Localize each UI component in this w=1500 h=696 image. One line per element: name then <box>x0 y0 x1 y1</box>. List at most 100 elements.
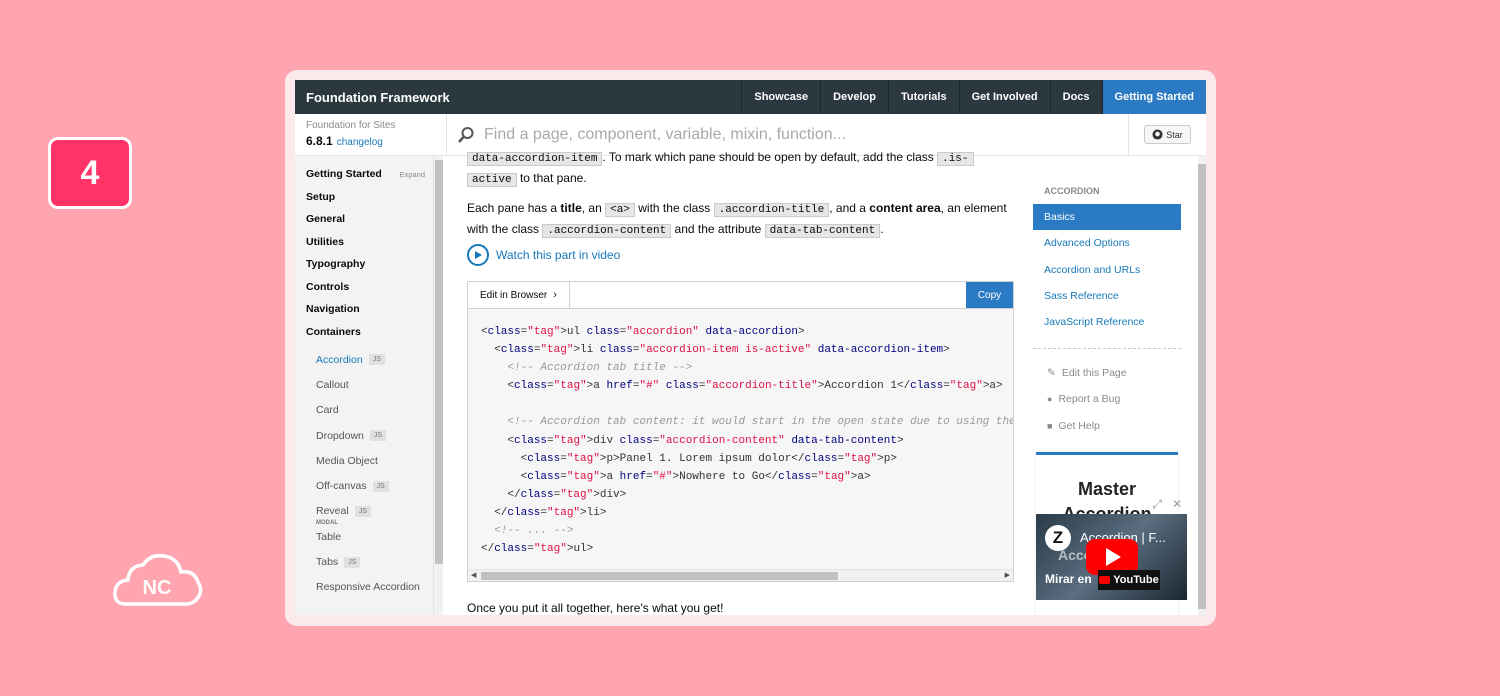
sidebar-item-label: Reveal <box>316 505 349 518</box>
copy-button[interactable]: Copy <box>966 282 1013 308</box>
sidebar-item-reveal[interactable]: Reveal JS MODAL <box>295 499 433 526</box>
sidebar-item-label: Accordion <box>316 353 363 366</box>
github-icon: ● <box>1047 394 1053 404</box>
sidebar-scroll-thumb[interactable] <box>435 160 443 564</box>
browser-window: Foundation Framework Showcase Develop Tu… <box>295 80 1206 615</box>
code-line: </class="tag">div> <box>481 488 627 501</box>
page-scrollbar[interactable] <box>1198 156 1206 615</box>
code-line: <class="tag">ul class="accordion" data-a… <box>481 326 805 338</box>
sidebar-item-responsive-accordion[interactable]: Responsive Accordion <box>295 575 433 600</box>
inline-code: active <box>467 173 517 187</box>
inline-code: .accordion-title <box>713 203 830 217</box>
inline-code: .accordion-content <box>542 224 672 238</box>
text: , and a <box>829 201 870 215</box>
js-badge: JS <box>372 480 389 492</box>
text: to that pane. <box>516 171 587 185</box>
code-scroll-thumb[interactable] <box>481 572 838 580</box>
nav-getting-started[interactable]: Getting Started <box>1101 80 1206 114</box>
toc-link-basics[interactable]: Basics <box>1033 204 1181 231</box>
sidebar-item-callout[interactable]: Callout <box>295 372 433 397</box>
github-icon <box>1152 129 1163 140</box>
sidebar-item-off-canvas[interactable]: Off-canvas JS <box>295 473 433 498</box>
sidebar-item-card[interactable]: Card <box>295 398 433 423</box>
sidebar-category-general[interactable]: General <box>295 208 433 231</box>
toc-link-accordion-and-urls[interactable]: Accordion and URLs <box>1033 257 1181 283</box>
toc-link-sass-reference[interactable]: Sass Reference <box>1033 283 1181 309</box>
content-area: Getting Started Expand Setup General Util… <box>295 150 1206 615</box>
edit-in-browser-button[interactable]: Edit in Browser › <box>468 282 570 308</box>
sidebar-item-label: Responsive Accordion <box>316 581 420 594</box>
watch-video-label: Watch this part in video <box>496 247 621 262</box>
close-icon[interactable]: ✕ <box>1172 497 1182 512</box>
inline-code: .is- <box>937 152 974 166</box>
sidebar-item-label: Tabs <box>316 556 339 569</box>
sidebar-item-tabs[interactable]: Tabs JS <box>295 549 433 574</box>
github-star-label: Star <box>1166 129 1183 140</box>
sidebar-category-utilities[interactable]: Utilities <box>295 231 433 254</box>
nav-docs[interactable]: Docs <box>1049 80 1102 114</box>
code-line: <!-- Accordion tab title --> <box>507 362 693 375</box>
toc-divider <box>1033 348 1181 349</box>
code-line: <class="tag">a href="#" class="accordion… <box>481 380 1003 393</box>
nav-develop[interactable]: Develop <box>820 80 888 114</box>
code-toolbar: Edit in Browser › Copy <box>468 282 1013 309</box>
brand-title[interactable]: Foundation Framework <box>295 80 741 114</box>
text: with the class <box>634 201 714 215</box>
sidebar-item-table[interactable]: Table <box>295 524 433 549</box>
report-bug-label: Report a Bug <box>1058 393 1121 405</box>
paragraph-intro: data-accordion-item. To mark which pane … <box>467 148 987 190</box>
sidebar-item-accordion[interactable]: Accordion JS <box>295 347 433 372</box>
youtube-button[interactable]: YouTube <box>1098 570 1160 590</box>
main-content: data-accordion-item. To mark which pane … <box>467 150 1017 615</box>
sidebar-category-label: Getting Started <box>306 168 382 181</box>
sidebar-item-dropdown[interactable]: Dropdown JS <box>295 423 433 448</box>
page-scroll-thumb[interactable] <box>1198 164 1206 609</box>
expand-icon[interactable]: ⤢ <box>1152 497 1162 512</box>
sidebar-item-label: Table <box>316 530 342 543</box>
code-line: <class="tag">p>Panel 1. Lorem ipsum dolo… <box>481 452 897 465</box>
sidebar-category-containers[interactable]: Containers <box>295 321 433 344</box>
js-badge: JS <box>368 354 385 366</box>
search-placeholder: Find a page, component, variable, mixin,… <box>484 125 846 143</box>
scroll-right-arrow-icon[interactable]: ▶ <box>1005 570 1010 582</box>
sidebar-category-navigation[interactable]: Navigation <box>295 298 433 321</box>
nc-logo-text: NC <box>143 577 172 599</box>
toc-link-javascript-reference[interactable]: JavaScript Reference <box>1033 309 1181 335</box>
sidebar-category-controls[interactable]: Controls <box>295 276 433 299</box>
youtube-video-player[interactable]: Accor Z Accordion | F... Mirar en YouTub… <box>1036 514 1187 600</box>
inline-code: data-tab-content <box>764 224 881 238</box>
js-badge: JS <box>369 430 387 442</box>
channel-logo-icon: Z <box>1045 525 1071 551</box>
sidebar-category-setup[interactable]: Setup <box>295 186 433 209</box>
sidebar-scrollbar[interactable] <box>433 156 443 615</box>
inline-code: <a> <box>605 203 635 217</box>
screenshot-frame: Foundation Framework Showcase Develop Tu… <box>285 70 1216 626</box>
code-line: <class="tag">a href="#">Nowhere to Go</c… <box>481 470 871 483</box>
sidebar-category-typography[interactable]: Typography <box>295 253 433 276</box>
ad-title-line1: Master <box>1077 479 1137 499</box>
get-help-label: Get Help <box>1058 420 1100 432</box>
sidebar-category-getting-started[interactable]: Getting Started Expand <box>295 163 433 186</box>
github-star-button[interactable]: Star <box>1144 125 1191 144</box>
scroll-left-arrow-icon[interactable]: ◀ <box>471 570 476 582</box>
expand-link[interactable]: Expand <box>400 170 425 179</box>
edit-page-link[interactable]: ✎ Edit this Page <box>1047 367 1127 379</box>
youtube-label: YouTube <box>1113 574 1159 586</box>
code-horizontal-scrollbar[interactable]: ◀ ▶ <box>468 569 1013 581</box>
nav-get-involved[interactable]: Get Involved <box>958 80 1050 114</box>
nav-tutorials[interactable]: Tutorials <box>887 80 959 114</box>
code-line: <class="tag">div class="accordion-conten… <box>481 434 904 447</box>
nc-cloud-logo: NC <box>113 553 203 606</box>
sidebar-item-media-object[interactable]: Media Object <box>295 448 433 473</box>
watch-video-link[interactable]: Watch this part in video <box>467 244 620 266</box>
get-help-link[interactable]: ■ Get Help <box>1047 420 1100 432</box>
paragraph-pane: Each pane has a title, an <a> with the c… <box>467 199 1017 241</box>
nav-showcase[interactable]: Showcase <box>741 80 820 114</box>
sidebar-item-label: Callout <box>316 378 349 391</box>
code-content: <class="tag">ul class="accordion" data-a… <box>468 309 1013 569</box>
report-bug-link[interactable]: ● Report a Bug <box>1047 393 1120 405</box>
inline-code: data-accordion-item <box>467 152 603 166</box>
changelog-link[interactable]: changelog <box>337 137 383 148</box>
toc-link-advanced-options[interactable]: Advanced Options <box>1033 230 1181 256</box>
